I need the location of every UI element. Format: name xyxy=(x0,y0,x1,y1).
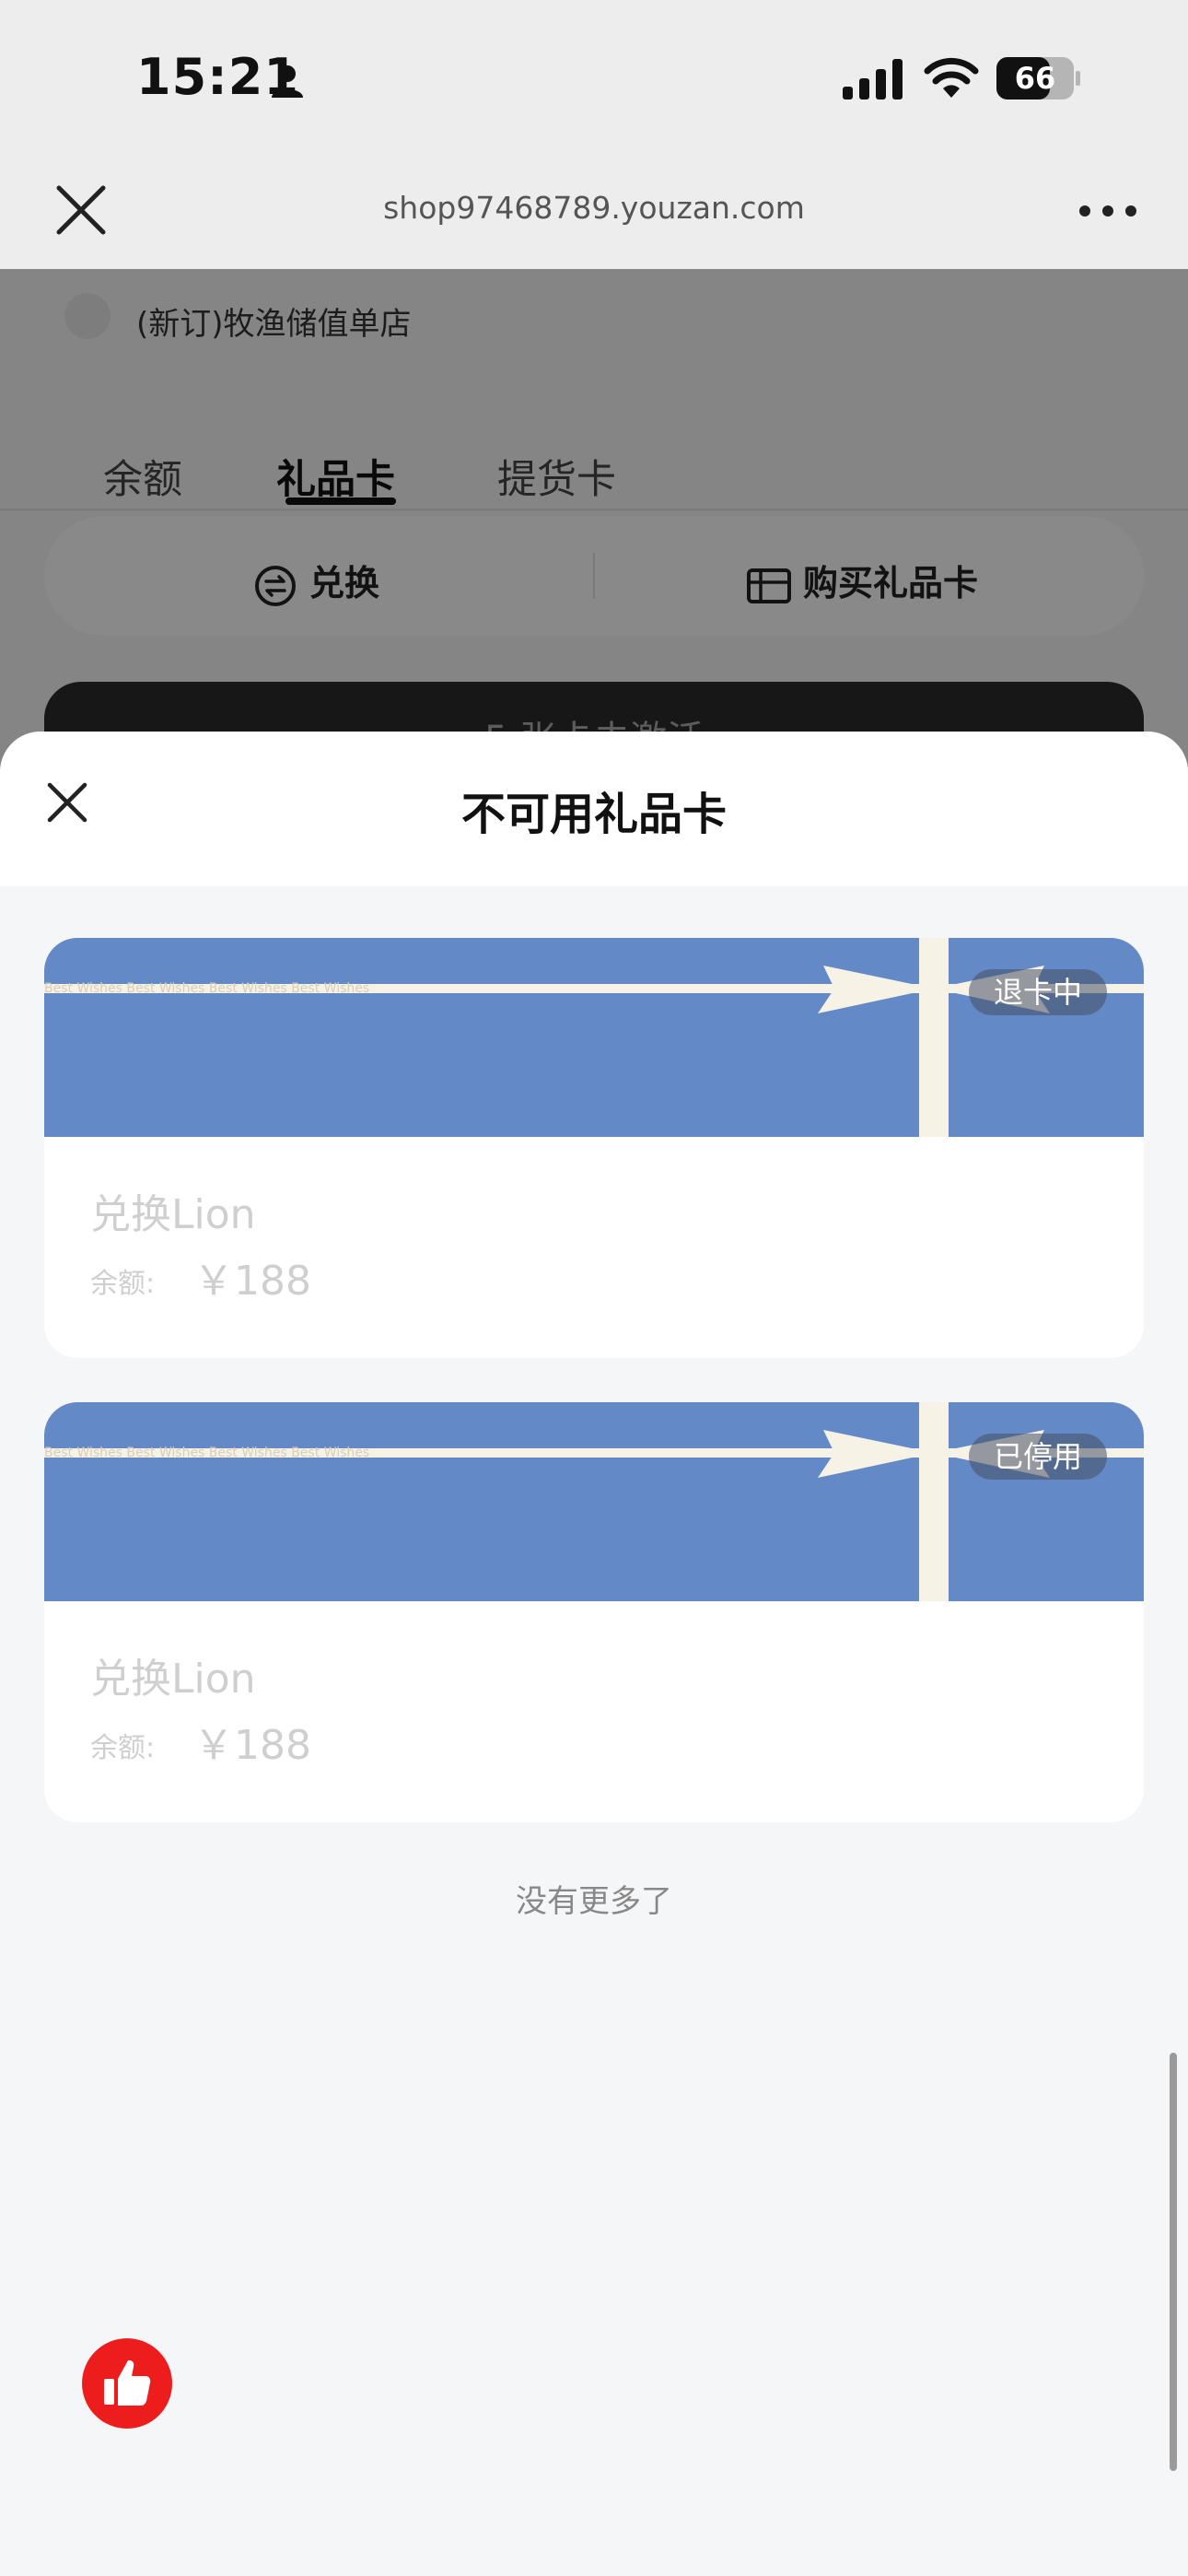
balance-value: ￥188 xyxy=(193,1258,311,1305)
unavailable-cards-sheet: 不可用礼品卡 Best Wishes Best Wishes Best Wish… xyxy=(0,732,1188,2576)
battery-icon: 66 xyxy=(996,57,1081,100)
balance-label: 余额: xyxy=(90,1268,156,1300)
end-of-list-text: 没有更多了 xyxy=(516,1883,672,1920)
person-icon xyxy=(272,65,303,98)
ribbon-pattern: Best Wishes Best Wishes Best Wishes Best… xyxy=(44,981,369,996)
sheet-title: 不可用礼品卡 xyxy=(460,789,727,840)
url-text[interactable]: shop97468789.youzan.com xyxy=(0,190,1188,226)
card-cover-image: Best Wishes Best Wishes Best Wishes Best… xyxy=(44,1402,1144,1601)
status-badge: 退卡中 xyxy=(969,969,1107,1015)
wifi-icon xyxy=(924,57,979,98)
gift-card-item[interactable]: Best Wishes Best Wishes Best Wishes Best… xyxy=(44,1402,1144,1822)
like-button[interactable] xyxy=(82,2338,172,2429)
card-cover-image: Best Wishes Best Wishes Best Wishes Best… xyxy=(44,938,1144,1137)
cellular-signal-icon xyxy=(843,59,903,100)
sheet-header: 不可用礼品卡 xyxy=(0,732,1188,886)
scrollbar[interactable] xyxy=(1170,2053,1177,2471)
thumbs-up-icon xyxy=(104,2359,151,2406)
status-badge: 已停用 xyxy=(969,1434,1107,1480)
card-name: 兑换Lion xyxy=(90,1191,256,1238)
status-bar: 15:21 66 xyxy=(0,0,1188,157)
gift-card-item[interactable]: Best Wishes Best Wishes Best Wishes Best… xyxy=(44,938,1144,1358)
battery-level: 66 xyxy=(1014,61,1056,96)
balance-value: ￥188 xyxy=(193,1722,311,1769)
browser-toolbar: shop97468789.youzan.com xyxy=(0,157,1188,270)
more-icon[interactable] xyxy=(1076,197,1140,225)
balance-label: 余额: xyxy=(90,1732,156,1764)
ribbon-pattern: Best Wishes Best Wishes Best Wishes Best… xyxy=(44,1446,369,1460)
card-name: 兑换Lion xyxy=(90,1656,256,1703)
